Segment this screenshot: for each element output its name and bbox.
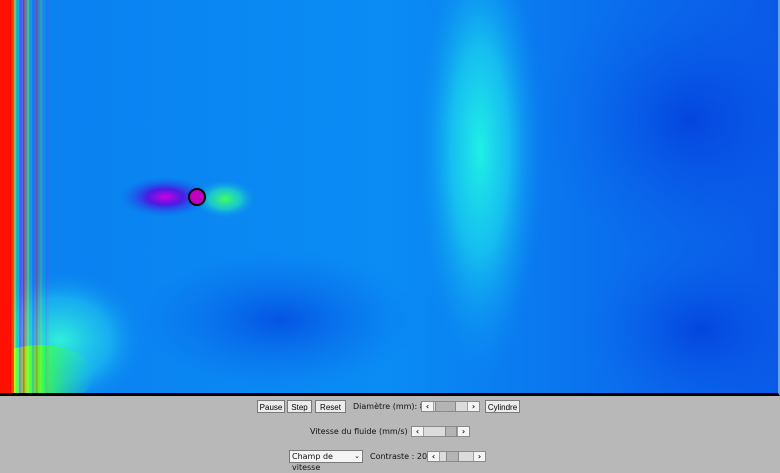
cylinder-obstacle[interactable] (188, 188, 206, 206)
chevron-down-icon: ⌄ (354, 452, 360, 460)
control-panel: Pause Step Reset Diamètre (mm): 8 ‹ › Cy… (0, 396, 780, 472)
control-row-display: Champ de vitesse ⌄ Contraste : 20 ‹ › (0, 450, 780, 472)
velocity-slider[interactable]: ‹ › (411, 426, 470, 437)
diameter-label: Diamètre (mm): 8 (353, 402, 425, 411)
arrow-left-icon[interactable]: ‹ (412, 427, 424, 436)
arrow-left-icon[interactable]: ‹ (428, 452, 440, 461)
control-row-velocity: Vitesse du fluide (mm/s) : 100 ‹ › (0, 425, 780, 441)
arrow-left-icon[interactable]: ‹ (422, 402, 434, 411)
arrow-right-icon[interactable]: › (457, 427, 469, 436)
reset-button[interactable]: Reset (315, 400, 346, 413)
step-button[interactable]: Step (287, 400, 312, 413)
field-mode-select-value: Champ de vitesse (292, 452, 333, 472)
velocity-slider-thumb[interactable] (445, 427, 457, 436)
arrow-right-icon[interactable]: › (467, 402, 479, 411)
cylinder-button[interactable]: Cylindre (485, 400, 520, 413)
diameter-slider[interactable]: ‹ › (421, 401, 480, 412)
contrast-slider[interactable]: ‹ › (427, 451, 486, 462)
control-row-actions: Pause Step Reset Diamètre (mm): 8 ‹ › Cy… (0, 400, 780, 416)
contrast-slider-thumb[interactable] (446, 452, 459, 461)
arrow-right-icon[interactable]: › (473, 452, 485, 461)
diameter-slider-thumb[interactable] (435, 402, 456, 411)
simulation-canvas[interactable] (0, 0, 780, 396)
contrast-label: Contraste : 20 (370, 452, 428, 461)
velocity-field-visualization (0, 0, 778, 393)
pause-button[interactable]: Pause (257, 400, 285, 413)
field-mode-select[interactable]: Champ de vitesse ⌄ (289, 450, 363, 472)
